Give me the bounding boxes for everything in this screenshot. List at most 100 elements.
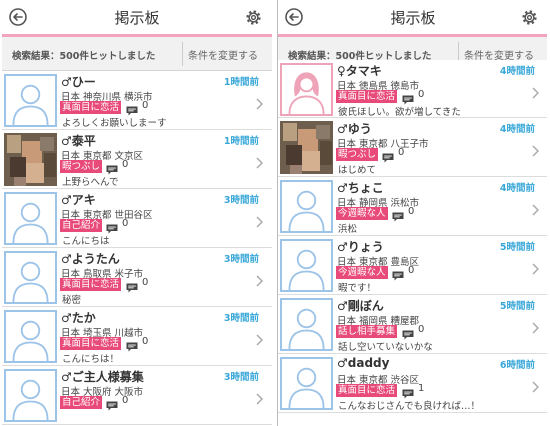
comment-count: 0 bbox=[408, 265, 415, 276]
post-item[interactable]: ♂泰平 日本 東京都 文京区 暇つぶし 0 上野らへんで 1時間前 bbox=[2, 130, 272, 189]
comment-count: 0 bbox=[142, 100, 149, 111]
chevron-right-icon bbox=[256, 331, 264, 346]
male-avatar-icon[interactable] bbox=[280, 357, 333, 410]
chevron-right-icon bbox=[532, 84, 540, 99]
post-category-tag: 真面目に恋活 bbox=[60, 337, 122, 350]
post-time: 3時間前 bbox=[223, 372, 259, 383]
user-photo[interactable] bbox=[280, 121, 333, 174]
post-message: こんにちは！ bbox=[62, 354, 120, 365]
gear-icon[interactable] bbox=[520, 8, 539, 27]
comment-icon bbox=[382, 148, 394, 163]
post-time: 3時間前 bbox=[223, 254, 259, 265]
post-time: 4時間前 bbox=[499, 183, 535, 194]
female-avatar-icon[interactable] bbox=[280, 63, 333, 116]
post-message: 浜松 bbox=[338, 224, 358, 235]
post-list: ♀タマキ 日本 徳島県 徳島市 真面目に恋活 0 彼氏ほしい。欲が増してきた 4時間前 ♂ゆ… bbox=[278, 60, 547, 413]
comment-icon bbox=[106, 219, 118, 234]
comment-count: 0 bbox=[122, 218, 129, 229]
comment-icon bbox=[402, 325, 414, 340]
male-avatar-icon[interactable] bbox=[4, 310, 57, 363]
post-username: ♂りょう bbox=[337, 240, 384, 254]
male-avatar-icon[interactable] bbox=[4, 369, 57, 422]
comment-count: 0 bbox=[122, 395, 129, 406]
post-category-tag: 暇つぶし bbox=[336, 148, 379, 161]
comment-icon bbox=[126, 278, 138, 293]
post-time: 1時間前 bbox=[223, 136, 259, 147]
change-conditions-button[interactable]: 条件を変更する bbox=[188, 47, 258, 62]
user-photo[interactable] bbox=[4, 133, 57, 186]
gear-icon[interactable] bbox=[244, 8, 263, 27]
male-avatar-icon[interactable] bbox=[4, 251, 57, 304]
post-item[interactable]: ♂ゆう 日本 東京都 八王子市 暇つぶし 0 はじめて 4時間前 bbox=[278, 118, 547, 177]
post-message: はじめて bbox=[338, 165, 377, 176]
search-result-bar: 検索結果：500件ヒットしました 条件を変更する bbox=[2, 37, 272, 71]
male-avatar-icon[interactable] bbox=[280, 298, 333, 351]
post-item[interactable]: ♂daddy 日本 東京都 渋谷区 真面目に恋活 1 こんなおじさんでも良ければ…！ 6時… bbox=[278, 354, 547, 413]
post-category-tag: 自己紹介 bbox=[60, 396, 103, 409]
post-message: 上野らへんで bbox=[62, 177, 119, 188]
post-time: 3時間前 bbox=[223, 313, 259, 324]
post-item[interactable]: ♂たか 日本 埼玉県 川越市 真面目に恋活 0 こんにちは！ 3時間前 bbox=[2, 307, 272, 366]
comment-count: 0 bbox=[122, 159, 129, 170]
post-item[interactable]: ♂剛ぼん 日本 福岡県 糟屋郡 話し相手募集 0 話し空いていないかな 5時間前 bbox=[278, 295, 547, 354]
male-avatar-icon[interactable] bbox=[280, 180, 333, 233]
male-avatar-icon[interactable] bbox=[4, 192, 57, 245]
chevron-right-icon bbox=[532, 142, 540, 157]
post-username: ♂ようたん bbox=[61, 252, 120, 266]
page-title: 掲示板 bbox=[114, 9, 160, 27]
post-item[interactable]: ♂りょう 日本 東京都 豊島区 今週暇な人 0 暇です！ 5時間前 bbox=[278, 236, 547, 295]
comment-icon bbox=[392, 266, 404, 281]
post-item[interactable]: ♀タマキ 日本 徳島県 徳島市 真面目に恋活 0 彼氏ほしい。欲が増してきた 4時間前 bbox=[278, 60, 547, 118]
post-message: 秘密 bbox=[62, 295, 82, 306]
comment-count: 0 bbox=[418, 324, 425, 335]
comment-count: 1 bbox=[418, 383, 425, 394]
comment-count: 0 bbox=[142, 277, 149, 288]
post-username: ♂ご主人様募集 bbox=[61, 370, 144, 384]
post-time: 3時間前 bbox=[223, 195, 259, 206]
post-category-tag: 今週暇な人 bbox=[336, 266, 388, 279]
post-item[interactable]: ♂アキ 日本 東京都 世田谷区 自己紹介 0 こんにちは 3時間前 bbox=[2, 189, 272, 248]
comment-icon bbox=[106, 396, 118, 411]
board-panel-left: 掲示板 検索結果：500件ヒットしました 条件を変更する ♂ひー 日本 神奈川県 横浜市… bbox=[2, 0, 272, 426]
post-message: よろしくお願いしまーす bbox=[62, 118, 167, 129]
chevron-right-icon bbox=[256, 213, 264, 228]
post-username: ♀タマキ bbox=[337, 64, 382, 78]
comment-count: 0 bbox=[142, 336, 149, 347]
post-username: ♂ひー bbox=[61, 75, 96, 89]
chevron-right-icon bbox=[256, 272, 264, 287]
comment-icon bbox=[402, 90, 414, 105]
page-title: 掲示板 bbox=[390, 9, 436, 27]
post-username: ♂泰平 bbox=[61, 134, 96, 148]
post-message: こんなおじさんでも良ければ…！ bbox=[338, 401, 481, 412]
chevron-right-icon bbox=[532, 319, 540, 334]
comment-count: 0 bbox=[418, 89, 425, 100]
chevron-right-icon bbox=[532, 260, 540, 275]
post-username: ♂アキ bbox=[61, 193, 96, 207]
male-avatar-icon[interactable] bbox=[4, 74, 57, 127]
result-bar-divider bbox=[182, 42, 183, 66]
comment-icon bbox=[106, 160, 118, 175]
app-header: 掲示板 bbox=[278, 0, 547, 34]
post-category-tag: 真面目に恋活 bbox=[336, 90, 398, 103]
post-username: ♂ゆう bbox=[337, 122, 372, 136]
post-message: 暇です！ bbox=[338, 283, 377, 294]
post-category-tag: 自己紹介 bbox=[60, 219, 103, 232]
app-header: 掲示板 bbox=[2, 0, 272, 34]
post-username: ♂daddy bbox=[337, 356, 390, 370]
post-category-tag: 真面目に恋活 bbox=[60, 101, 122, 114]
chevron-right-icon bbox=[256, 390, 264, 405]
comment-icon bbox=[392, 207, 404, 222]
post-time: 4時間前 bbox=[499, 66, 535, 77]
post-username: ♂ちょこ bbox=[337, 181, 384, 195]
post-category-tag: 今週暇な人 bbox=[336, 207, 388, 220]
post-item[interactable]: ♂ひー 日本 神奈川県 横浜市 真面目に恋活 0 よろしくお願いしまーす 1時間前 bbox=[2, 71, 272, 130]
comment-icon bbox=[126, 101, 138, 116]
post-category-tag: 真面目に恋活 bbox=[60, 278, 122, 291]
post-item[interactable]: ♂ご主人様募集 日本 大阪府 大阪市 自己紹介 0 3時間前 bbox=[2, 366, 272, 425]
post-item[interactable]: ♂ちょこ 日本 静岡県 浜松市 今週暇な人 0 浜松 4時間前 bbox=[278, 177, 547, 236]
comment-icon bbox=[402, 384, 414, 399]
post-time: 5時間前 bbox=[499, 242, 535, 253]
male-avatar-icon[interactable] bbox=[280, 239, 333, 292]
post-item[interactable]: ♂ようたん 日本 鳥取県 米子市 真面目に恋活 0 秘密 3時間前 bbox=[2, 248, 272, 307]
post-message: 話し空いていないかな bbox=[338, 342, 433, 353]
